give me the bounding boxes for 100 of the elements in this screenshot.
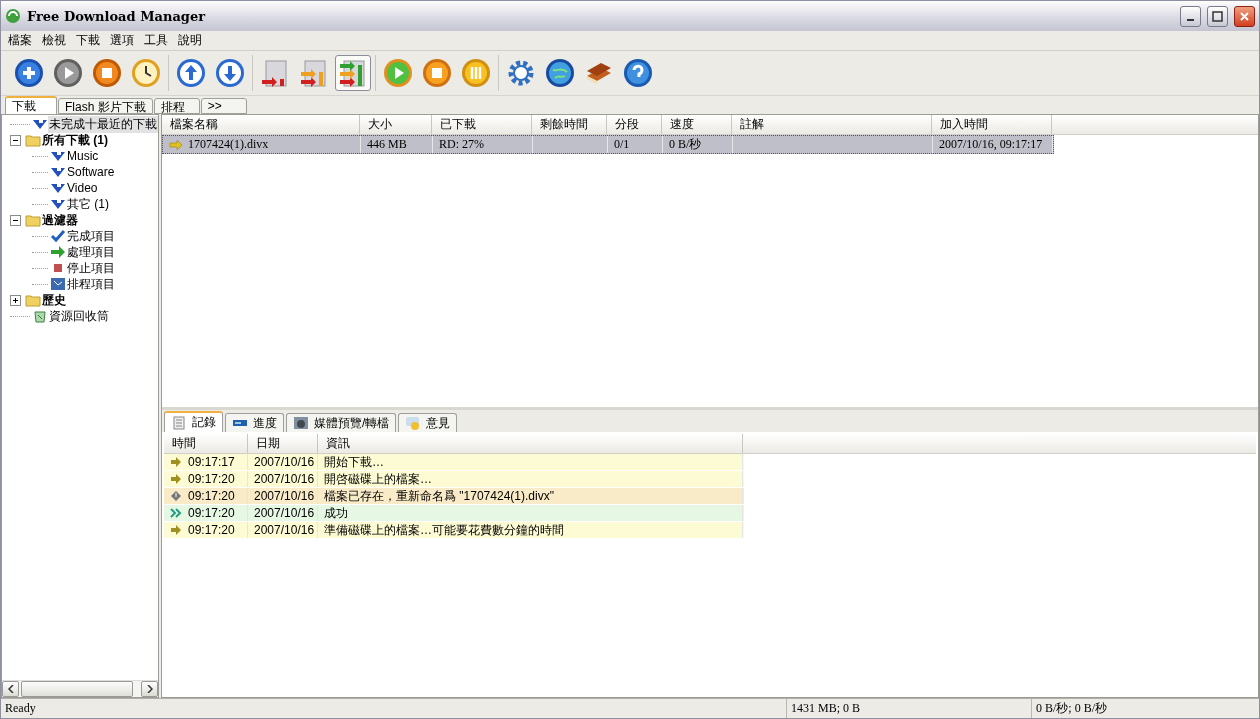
scroll-right-button[interactable] bbox=[141, 681, 158, 697]
play-icon bbox=[53, 58, 83, 88]
speech-bubble-icon bbox=[405, 416, 422, 430]
menu-item[interactable]: 檢視 bbox=[37, 32, 71, 49]
tree-item[interactable]: Software bbox=[66, 165, 116, 179]
table-cell: 2007/10/16 bbox=[254, 455, 315, 469]
recycle-bin-icon bbox=[32, 309, 48, 323]
table-cell: 2007/10/16 bbox=[254, 506, 315, 520]
tree-item[interactable]: Music bbox=[66, 149, 100, 163]
minimize-button[interactable] bbox=[1180, 5, 1201, 27]
column-header[interactable]: 資訊 bbox=[318, 434, 743, 453]
tree-item[interactable]: 歷史 bbox=[41, 291, 67, 309]
right-chevron-icon bbox=[146, 685, 153, 693]
check-icon bbox=[50, 229, 66, 243]
tab[interactable]: Flash 影片下載 bbox=[58, 98, 153, 114]
status-text: Ready bbox=[4, 700, 37, 717]
menu-item[interactable]: 工具 bbox=[139, 32, 173, 49]
minimize-icon bbox=[1187, 18, 1194, 21]
table-cell: 446 MB bbox=[367, 136, 407, 153]
tab[interactable]: >> bbox=[200, 98, 247, 114]
column-header[interactable]: 速度 bbox=[662, 115, 732, 134]
close-button[interactable] bbox=[1234, 5, 1255, 27]
column-header[interactable]: 大小 bbox=[360, 115, 432, 134]
download-arrows-icon bbox=[50, 181, 66, 195]
tree-item[interactable]: 處理項目 bbox=[66, 243, 116, 261]
download-arrows-icon bbox=[50, 165, 66, 179]
folder-icon bbox=[25, 213, 41, 227]
column-header[interactable]: 註解 bbox=[732, 115, 932, 134]
list-icon bbox=[171, 415, 187, 430]
tab[interactable]: 記錄 bbox=[164, 411, 223, 432]
table-cell: 09:17:17 bbox=[188, 455, 235, 469]
tree-item[interactable]: 其它 (1) bbox=[66, 195, 110, 213]
expand-toggle[interactable] bbox=[10, 294, 21, 306]
right-arrow-icon bbox=[50, 245, 66, 259]
tree-item[interactable]: 所有下載 (1) bbox=[41, 131, 109, 149]
app-logo-icon bbox=[5, 8, 21, 24]
table-cell: 檔案已存在，重新命名爲 "1707424(1).divx" bbox=[324, 487, 554, 505]
menu-item[interactable]: 選項 bbox=[105, 32, 139, 49]
download-arrows-icon bbox=[50, 149, 66, 163]
column-header[interactable]: 剩餘時間 bbox=[532, 115, 607, 134]
double-chevron-icon bbox=[170, 508, 182, 518]
column-header[interactable]: 時間 bbox=[164, 434, 248, 453]
download-row[interactable]: 1707424(1).divx 446 MB RD: 27% 0/1 0 B/秒 2007/10/16, 09:17:17 bbox=[162, 135, 1054, 154]
help-icon bbox=[623, 58, 653, 88]
tab[interactable]: 媒體預覽/轉檔 bbox=[286, 413, 397, 432]
tab[interactable]: 意見 bbox=[398, 413, 458, 432]
right-arrow-icon bbox=[170, 525, 182, 535]
table-cell: 2007/10/16, 09:17:17 bbox=[939, 136, 1043, 153]
speed-bars-icon bbox=[338, 58, 368, 88]
window-title: Free Download Manager bbox=[27, 8, 207, 24]
tab[interactable]: 排程 bbox=[153, 98, 200, 114]
warning-icon bbox=[170, 491, 182, 501]
column-header[interactable]: 已下載 bbox=[432, 115, 532, 134]
heavy-mode-button[interactable] bbox=[335, 55, 371, 91]
table-cell: 開啓磁碟上的檔案… bbox=[324, 470, 432, 488]
column-header[interactable]: 加入時間 bbox=[932, 115, 1052, 134]
tree-item[interactable]: 完成項目 bbox=[66, 227, 116, 245]
tree-item[interactable]: 停止項目 bbox=[66, 259, 116, 277]
table-cell: 準備磁碟上的檔案…可能要花費數分鐘的時間 bbox=[324, 521, 564, 539]
right-arrow-icon bbox=[169, 139, 183, 150]
table-cell: 成功 bbox=[324, 504, 348, 522]
folder-icon bbox=[25, 133, 41, 147]
clock-icon bbox=[131, 58, 161, 88]
collapse-toggle[interactable] bbox=[10, 134, 21, 146]
table-cell: 0/1 bbox=[614, 136, 630, 153]
download-arrows-icon bbox=[50, 197, 66, 211]
tree-item[interactable]: 排程項目 bbox=[66, 275, 116, 293]
menu-item[interactable]: 檔案 bbox=[3, 32, 37, 49]
menu-item[interactable]: 說明 bbox=[173, 32, 207, 49]
table-cell: 開始下載… bbox=[324, 453, 384, 471]
maximize-button[interactable] bbox=[1207, 5, 1228, 27]
table-cell: 0 B/秒 bbox=[669, 136, 702, 153]
tree-item[interactable]: 過濾器 bbox=[41, 211, 79, 229]
download-arrows-icon bbox=[32, 117, 48, 131]
maximize-icon bbox=[1212, 10, 1223, 22]
table-cell: 2007/10/16 bbox=[254, 472, 315, 486]
table-cell: 2007/10/16 bbox=[254, 523, 315, 537]
tab[interactable]: 進度 bbox=[225, 413, 284, 432]
right-arrow-icon bbox=[170, 474, 182, 484]
globe-icon bbox=[545, 58, 575, 88]
column-header[interactable]: 日期 bbox=[248, 434, 318, 453]
column-header[interactable]: 分段 bbox=[607, 115, 662, 134]
right-arrow-icon bbox=[170, 457, 182, 467]
scroll-left-button[interactable] bbox=[2, 681, 19, 697]
tab[interactable]: 下載 bbox=[5, 96, 57, 114]
scrollbar-thumb[interactable] bbox=[21, 681, 133, 697]
table-cell: 09:17:20 bbox=[188, 506, 235, 520]
table-cell: 2007/10/16 bbox=[254, 489, 315, 503]
tree-item[interactable]: 資源回收筒 bbox=[48, 307, 110, 325]
table-cell: 09:17:20 bbox=[188, 489, 235, 503]
column-header[interactable]: 檔案名稱 bbox=[162, 115, 360, 134]
tree-item[interactable]: 未完成十最近的下載 bbox=[48, 115, 158, 133]
collapse-toggle[interactable] bbox=[10, 214, 21, 226]
status-text: 1431 MB; 0 B bbox=[786, 699, 1031, 718]
folder-icon bbox=[25, 293, 41, 307]
table-cell: 09:17:20 bbox=[188, 523, 235, 537]
menu-item[interactable]: 下載 bbox=[71, 32, 105, 49]
tree-item[interactable]: Video bbox=[66, 181, 99, 195]
table-cell: RD: 27% bbox=[439, 136, 484, 153]
table-cell: 09:17:20 bbox=[188, 472, 235, 486]
